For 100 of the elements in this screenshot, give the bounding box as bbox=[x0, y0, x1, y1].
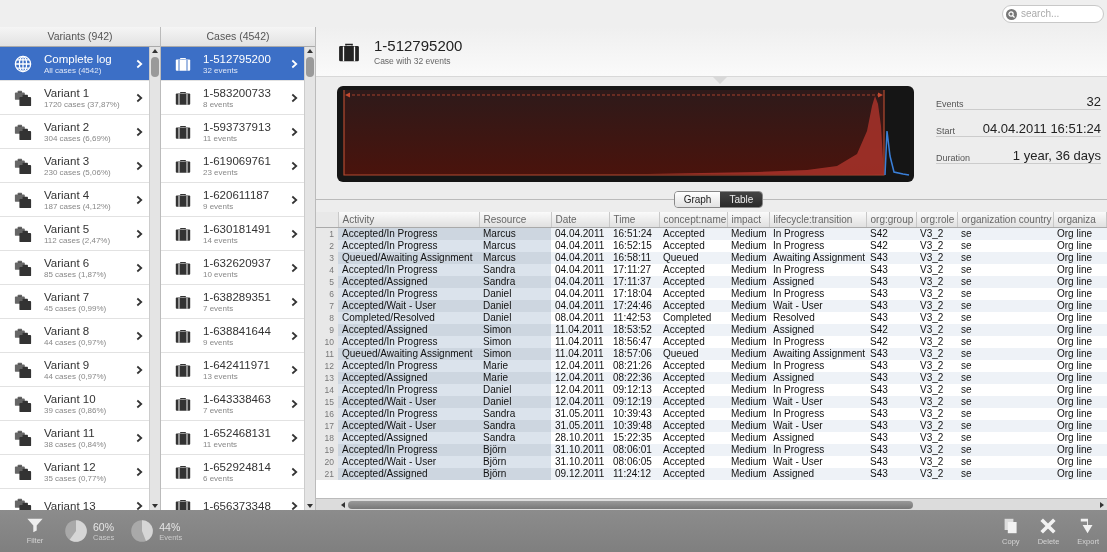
variant-item[interactable]: Variant 12 35 cases (0,77%) bbox=[0, 455, 149, 489]
case-item[interactable]: 1-642411971 13 events bbox=[161, 353, 304, 387]
variant-item[interactable]: Variant 4 187 cases (4,12%) bbox=[0, 183, 149, 217]
table-cell: V3_2 bbox=[916, 312, 957, 324]
chevron-icon bbox=[291, 364, 298, 375]
table-cell: Accepted/Wait - User bbox=[338, 396, 479, 408]
item-subtitle: 38 cases (0,84%) bbox=[44, 439, 108, 449]
chevron-icon bbox=[136, 194, 143, 205]
table-cell: Org line bbox=[1053, 396, 1107, 408]
table-cell: 15:22:35 bbox=[609, 432, 659, 444]
table-cell: Daniel bbox=[479, 300, 551, 312]
table-cell: se bbox=[957, 264, 1053, 276]
table-cell: Accepted bbox=[659, 444, 727, 456]
row-number: 18 bbox=[316, 432, 338, 444]
scrollbar[interactable] bbox=[316, 498, 1107, 510]
row-number: 10 bbox=[316, 336, 338, 348]
case-item[interactable]: 1-512795200 32 events bbox=[161, 47, 304, 81]
table-cell: se bbox=[957, 276, 1053, 288]
item-subtitle: 187 cases (4,12%) bbox=[44, 201, 112, 211]
table-cell: Marcus bbox=[479, 252, 551, 264]
column-header[interactable]: organization country bbox=[957, 212, 1053, 228]
table-cell: Simon bbox=[479, 348, 551, 360]
column-header[interactable]: Date bbox=[551, 212, 609, 228]
variant-item[interactable]: Variant 1 1720 cases (37,87%) bbox=[0, 81, 149, 115]
table-cell: 11:42:53 bbox=[609, 312, 659, 324]
variant-item[interactable]: Variant 3 230 cases (5,06%) bbox=[0, 149, 149, 183]
table-cell: 31.05.2011 bbox=[551, 420, 609, 432]
case-item[interactable]: 1-619069761 23 events bbox=[161, 149, 304, 183]
table-cell: Accepted bbox=[659, 420, 727, 432]
case-item[interactable]: 1-638841644 9 events bbox=[161, 319, 304, 353]
table-cell: Sandra bbox=[479, 420, 551, 432]
table-cell: Medium bbox=[727, 240, 769, 252]
item-title: Variant 13 bbox=[44, 499, 97, 510]
table-cell: S43 bbox=[866, 276, 916, 288]
briefcase-icon bbox=[175, 395, 191, 412]
scrollbar[interactable] bbox=[149, 47, 160, 510]
column-header[interactable]: org:role bbox=[916, 212, 957, 228]
briefcases-icon bbox=[14, 428, 32, 447]
table-cell: se bbox=[957, 336, 1053, 348]
case-item[interactable]: 1-638289351 7 events bbox=[161, 285, 304, 319]
case-item[interactable]: 1-643338463 7 events bbox=[161, 387, 304, 421]
variant-item[interactable]: Variant 10 39 cases (0,86%) bbox=[0, 387, 149, 421]
table-cell: In Progress bbox=[769, 336, 866, 348]
briefcase-icon bbox=[175, 293, 191, 310]
variant-item[interactable]: Variant 2 304 cases (6,69%) bbox=[0, 115, 149, 149]
variant-item[interactable]: Variant 7 45 cases (0,99%) bbox=[0, 285, 149, 319]
column-header[interactable]: impact bbox=[727, 212, 769, 228]
item-subtitle: 44 cases (0,97%) bbox=[44, 337, 108, 347]
item-subtitle: 9 events bbox=[203, 201, 235, 211]
column-header[interactable]: Activity bbox=[338, 212, 479, 228]
column-header[interactable]: Resource bbox=[479, 212, 551, 228]
table-cell: Medium bbox=[727, 300, 769, 312]
variant-item[interactable]: Complete log All cases (4542) bbox=[0, 47, 149, 81]
view-tab[interactable]: Table bbox=[720, 191, 763, 207]
column-header[interactable]: Time bbox=[609, 212, 659, 228]
table-cell: se bbox=[957, 252, 1053, 264]
chevron-icon bbox=[291, 194, 298, 205]
chevron-icon bbox=[136, 92, 143, 103]
table-cell: V3_2 bbox=[916, 396, 957, 408]
view-tab[interactable]: Graph bbox=[674, 191, 721, 207]
case-item[interactable]: 1-652924814 6 events bbox=[161, 455, 304, 489]
column-header[interactable]: organiza bbox=[1053, 212, 1107, 228]
variant-item[interactable]: Variant 8 44 cases (0,97%) bbox=[0, 319, 149, 353]
case-item[interactable]: 1-620611187 9 events bbox=[161, 183, 304, 217]
column-header[interactable]: concept:name bbox=[659, 212, 727, 228]
table-cell: Medium bbox=[727, 432, 769, 444]
table-cell: 17:11:27 bbox=[609, 264, 659, 276]
case-item[interactable]: 1-630181491 14 events bbox=[161, 217, 304, 251]
case-item[interactable]: 1-593737913 11 events bbox=[161, 115, 304, 149]
chevron-icon bbox=[291, 92, 298, 103]
table-cell: S43 bbox=[866, 312, 916, 324]
table-cell: se bbox=[957, 324, 1053, 336]
case-item[interactable]: 1-583200733 8 events bbox=[161, 81, 304, 115]
item-title: 1-619069761 bbox=[203, 154, 272, 167]
variant-item[interactable]: Variant 5 112 cases (2,47%) bbox=[0, 217, 149, 251]
table-cell: S43 bbox=[866, 264, 916, 276]
table-cell: 12.04.2011 bbox=[551, 384, 609, 396]
item-title: Variant 4 bbox=[44, 188, 91, 201]
column-header[interactable]: org:group bbox=[866, 212, 916, 228]
variant-item[interactable]: Variant 9 44 cases (0,97%) bbox=[0, 353, 149, 387]
table-cell: Accepted bbox=[659, 336, 727, 348]
table-cell: 28.10.2011 bbox=[551, 432, 609, 444]
row-number: 16 bbox=[316, 408, 338, 420]
item-subtitle: 44 cases (0,97%) bbox=[44, 371, 108, 381]
table-cell: Completed/Resolved bbox=[338, 312, 479, 324]
variant-item[interactable]: Variant 6 85 cases (1,87%) bbox=[0, 251, 149, 285]
table-cell: 31.05.2011 bbox=[551, 408, 609, 420]
column-header[interactable]: lifecycle:transition bbox=[769, 212, 866, 228]
case-item[interactable]: 1-632620937 10 events bbox=[161, 251, 304, 285]
stat-value: 1 year, 36 days bbox=[1012, 148, 1101, 163]
chevron-icon bbox=[291, 500, 298, 510]
table-cell: Assigned bbox=[769, 276, 866, 288]
table-cell: se bbox=[957, 348, 1053, 360]
search-field[interactable]: search... bbox=[1002, 4, 1104, 23]
table-cell: 12.04.2011 bbox=[551, 372, 609, 384]
case-item[interactable]: 1-652468131 11 events bbox=[161, 421, 304, 455]
table-cell: Wait - User bbox=[769, 456, 866, 468]
scrollbar[interactable] bbox=[304, 47, 315, 510]
table-cell: 04.04.2011 bbox=[551, 276, 609, 288]
variant-item[interactable]: Variant 11 38 cases (0,84%) bbox=[0, 421, 149, 455]
